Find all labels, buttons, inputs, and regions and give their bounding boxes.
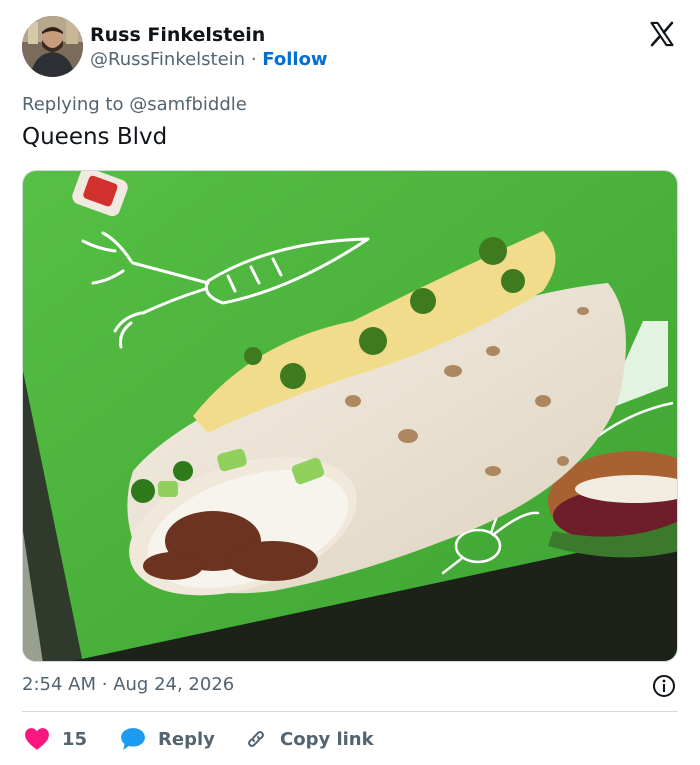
tweet-media[interactable] xyxy=(22,170,678,662)
reply-label: Reply xyxy=(158,728,215,750)
replying-to-mention[interactable]: @samfbiddle xyxy=(129,94,247,115)
copy-link-label: Copy link xyxy=(280,728,374,750)
reply-button[interactable]: Reply xyxy=(120,724,215,754)
follow-button[interactable]: Follow xyxy=(262,49,327,70)
info-icon[interactable] xyxy=(652,674,676,698)
handle-separator: · xyxy=(250,49,257,70)
author-name[interactable]: Russ Finkelstein xyxy=(90,24,265,46)
author-handle-line: @RussFinkelstein · Follow xyxy=(90,49,328,70)
divider xyxy=(22,711,678,712)
replying-to-prefix: Replying to xyxy=(22,94,124,115)
author-handle[interactable]: @RussFinkelstein xyxy=(90,49,245,70)
meta-separator: · xyxy=(101,674,108,695)
author-avatar[interactable] xyxy=(22,16,83,77)
heart-icon xyxy=(25,728,49,750)
like-button[interactable]: 15 xyxy=(24,724,87,754)
like-count: 15 xyxy=(62,728,88,750)
x-logo-icon[interactable] xyxy=(648,20,676,48)
replying-to: Replying to @samfbiddle xyxy=(22,94,247,115)
link-icon xyxy=(248,731,264,747)
burrito-ad-photo-icon xyxy=(23,171,677,661)
tweet-date: Aug 24, 2026 xyxy=(113,674,235,695)
tweet-actions: 15 Reply Copy link xyxy=(22,724,678,754)
tweet-timestamp[interactable]: 2:54 AM · Aug 24, 2026 xyxy=(22,674,234,695)
copy-link-button[interactable]: Copy link xyxy=(244,724,374,754)
tweet-text: Queens Blvd xyxy=(22,124,168,150)
tweet-time: 2:54 AM xyxy=(22,674,96,695)
reply-bubble-icon xyxy=(121,728,145,750)
tweet-header: Russ Finkelstein @RussFinkelstein · Foll… xyxy=(22,16,682,78)
